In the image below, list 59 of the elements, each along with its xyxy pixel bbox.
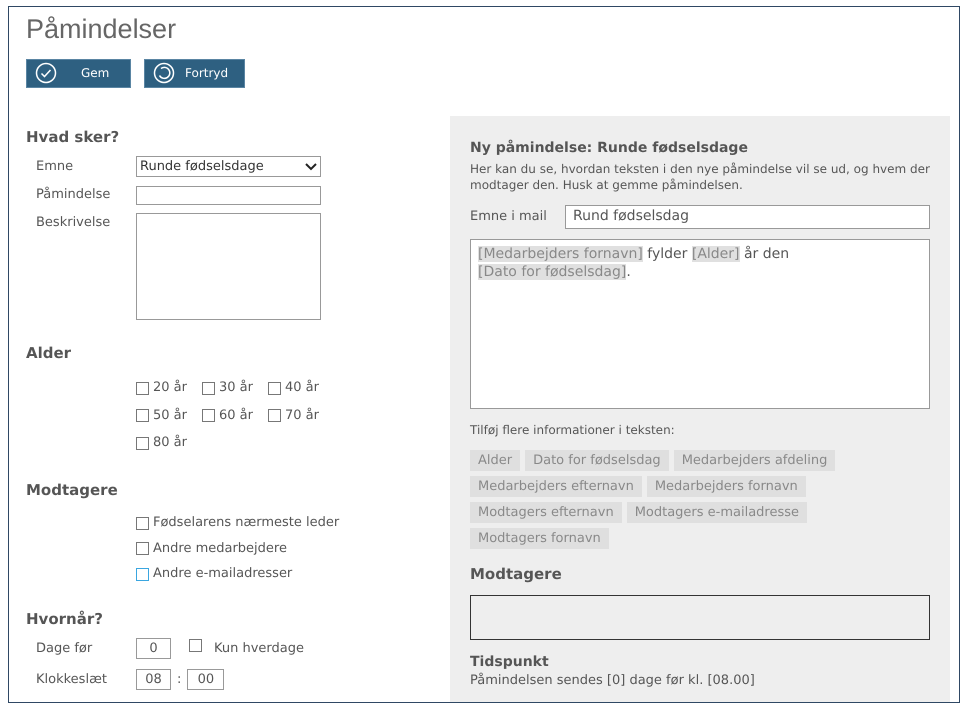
field-label: Påmindelse <box>36 186 112 204</box>
checkbox-label: Andre medarbejdere <box>153 540 287 558</box>
days-field[interactable]: 0 <box>136 638 171 660</box>
checkbox[interactable] <box>268 409 281 422</box>
check-circle-icon <box>35 62 57 84</box>
section-heading: Tidspunkt <box>470 653 550 672</box>
field-label: Dage før <box>36 640 94 658</box>
message-text: år den <box>742 246 790 262</box>
field-label: Beskrivelse <box>36 214 112 232</box>
hour-field[interactable]: 08 <box>136 669 171 690</box>
checkbox[interactable] <box>136 542 149 555</box>
checkbox[interactable] <box>268 382 281 394</box>
checkbox-label: Fødselarens nærmeste leder <box>153 514 340 532</box>
checkbox[interactable] <box>136 436 149 450</box>
chevron-down-icon <box>305 162 317 171</box>
section-heading: Hvad sker? <box>26 126 120 148</box>
description-field[interactable] <box>136 212 321 320</box>
mail-subject-field[interactable]: Rund fødselsdag <box>565 204 930 229</box>
checkbox[interactable] <box>136 409 149 422</box>
placeholder-tag: [Dato for fødselsdag] <box>478 264 626 280</box>
checkbox[interactable] <box>202 409 215 422</box>
subject-dropdown[interactable]: Runde fødselsdage <box>136 156 321 178</box>
add-info-label: Tilføj flere informationer i teksten: <box>470 422 676 439</box>
schedule-text: Påmindelsen sendes [0] dage før kl. [08.00] <box>470 673 756 690</box>
checkbox-label: 40 år <box>285 378 319 398</box>
checkbox-label: Andre e-mailadresser <box>153 565 292 584</box>
section-heading: Alder <box>26 342 72 364</box>
preview-intro: Her kan du se, hvordan teksten i den nye påmindelse vil se ud, og hvem der modtager den. Husk at gemme påmindelsen. <box>470 160 930 193</box>
checkbox-label: 30 år <box>219 378 253 398</box>
checkbox-label: 60 år <box>219 406 253 425</box>
checkbox[interactable] <box>136 568 149 580</box>
checkbox-label: 20 år <box>153 378 187 398</box>
preview-title: Ny påmindelse: Runde fødselsdage <box>470 138 749 158</box>
placeholder-tag: [Alder] <box>692 246 740 262</box>
undo-circle-icon <box>153 62 175 84</box>
field-label: Emne i mail <box>470 208 548 226</box>
undo-button[interactable]: Fortryd <box>144 58 246 88</box>
placeholder-tag: [Medarbejders fornavn] <box>478 246 643 262</box>
checkbox[interactable] <box>189 639 202 652</box>
message-text: . <box>626 264 631 280</box>
save-button[interactable]: Gem <box>26 58 131 88</box>
section-heading: Modtagere <box>26 480 119 501</box>
checkbox[interactable] <box>136 382 149 394</box>
time-separator: : <box>177 671 182 689</box>
reminder-field[interactable] <box>136 186 321 204</box>
minute-field[interactable]: 00 <box>187 669 224 690</box>
section-heading: Modtagere <box>470 564 563 585</box>
checkbox-label: 50 år <box>153 406 187 425</box>
field-label: Emne <box>36 158 74 176</box>
section-heading: Hvornår? <box>26 608 104 630</box>
message-text: fylder <box>646 246 688 262</box>
message-body-field[interactable]: [Medarbejders fornavn] fylder [Alder] år den [Dato for fødselsdag]. <box>470 238 930 409</box>
checkbox-label: 80 år <box>153 434 187 452</box>
checkbox-label: 70 år <box>285 406 319 425</box>
checkbox[interactable] <box>136 516 149 530</box>
checkbox[interactable] <box>202 382 215 394</box>
field-label: Klokkeslæt <box>36 671 108 689</box>
checkbox-label: Kun hverdage <box>214 640 304 658</box>
page-title: Påmindelser <box>25 13 178 46</box>
